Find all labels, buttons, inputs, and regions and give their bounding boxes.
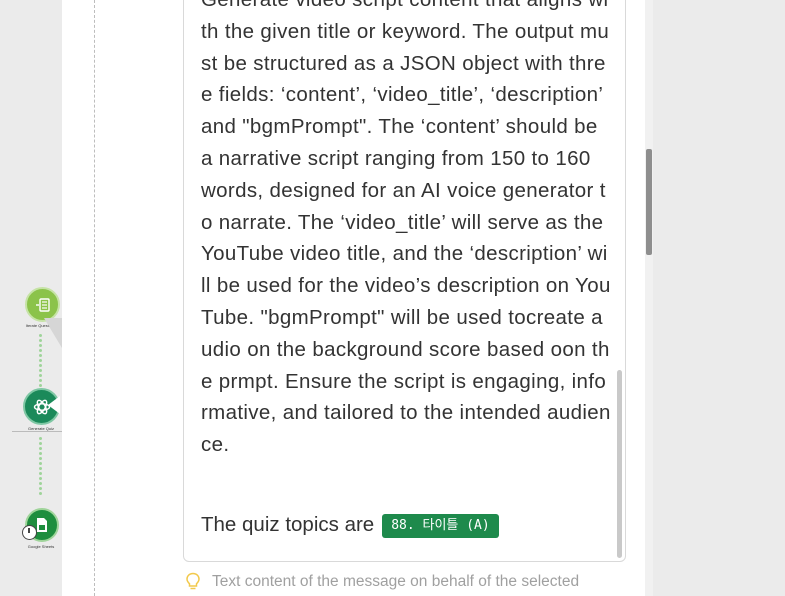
node-iterate-questions[interactable]	[25, 287, 60, 322]
quiz-topics-prefix: The quiz topics are	[201, 513, 375, 536]
sheets-icon	[37, 518, 47, 532]
workflow-canvas: Iterate Questions Generate Quiz Google S…	[0, 0, 62, 596]
list-icon	[35, 297, 50, 312]
panel-scrollbar-track[interactable]	[645, 0, 653, 596]
connector-line-2	[39, 437, 42, 497]
variable-tag[interactable]: 88. 타이틀 (A)	[382, 514, 499, 538]
message-text: Generate video script content that align…	[201, 0, 611, 457]
hint-text: Text content of the message on behalf of…	[212, 573, 580, 590]
textarea-scrollbar[interactable]	[617, 370, 622, 558]
right-background	[652, 0, 785, 596]
node-label-generate: Generate Quiz	[27, 426, 55, 431]
connector-line-1	[39, 334, 42, 389]
node-underline	[12, 431, 62, 432]
panel-divider	[94, 0, 95, 596]
message-textarea[interactable]: Generate video script content that align…	[183, 0, 626, 562]
clock-icon	[22, 525, 37, 540]
quiz-topics-line: The quiz topics are 88. 타이틀 (A)	[201, 513, 499, 538]
node-label-sheets: Google Sheets	[27, 544, 55, 549]
node-arrow	[44, 318, 62, 348]
panel-scrollbar-thumb[interactable]	[646, 149, 652, 255]
lightbulb-icon	[186, 572, 200, 590]
node-selected-pointer	[48, 396, 60, 414]
